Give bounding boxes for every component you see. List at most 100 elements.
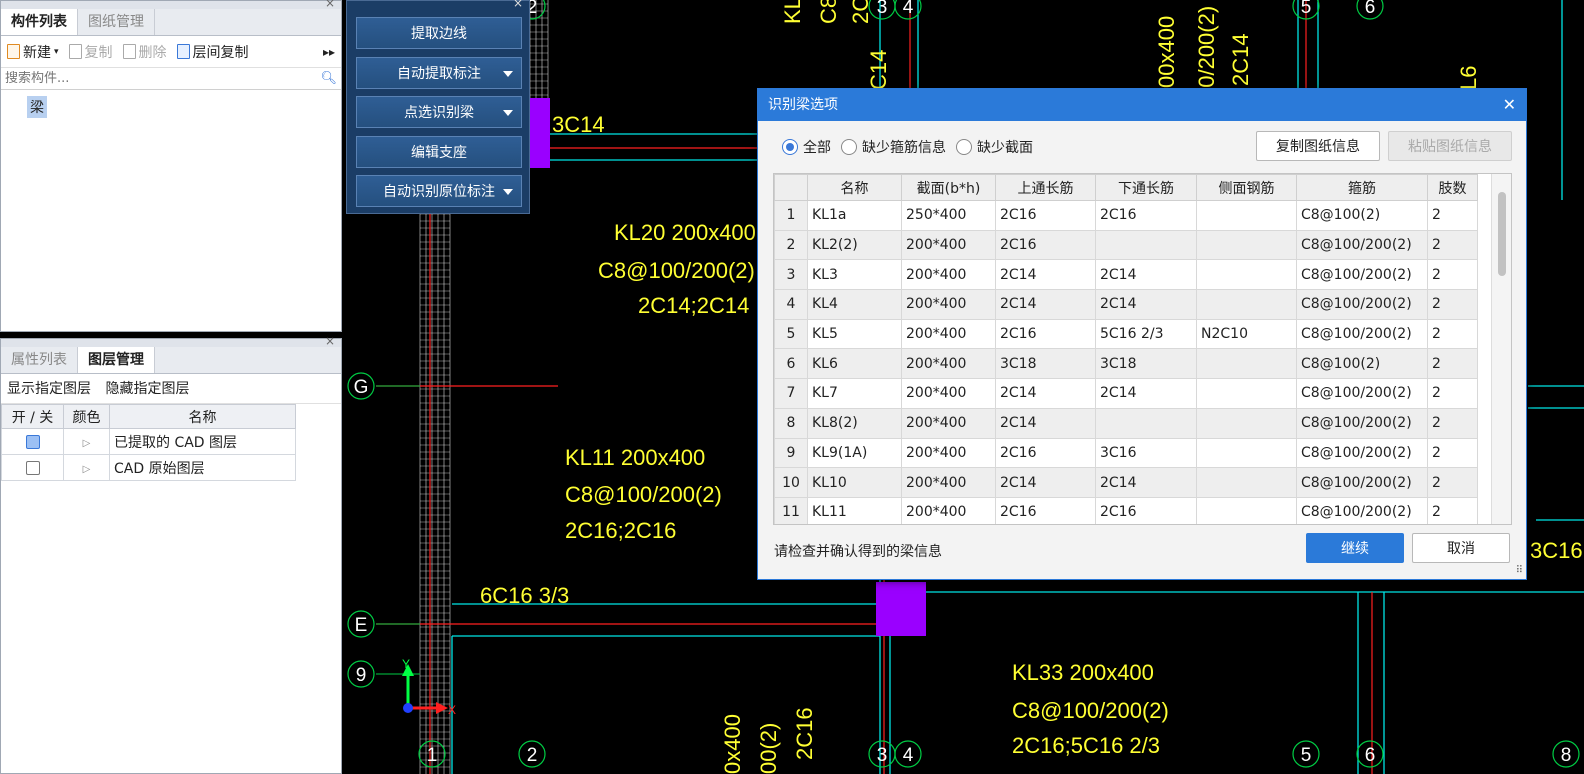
side-bar[interactable] (1196, 407, 1297, 439)
table-row[interactable]: 8 KL8(2) 200*400 2C14 C8@100/200(2) 2 (774, 407, 1478, 439)
bottom-bar[interactable]: 2C14 (1095, 467, 1197, 498)
tab-property-list[interactable]: 属性列表 (1, 347, 78, 373)
copy-drawing-info-button[interactable]: 复制图纸信息 (1256, 131, 1380, 161)
legs[interactable]: 2 (1427, 259, 1478, 291)
stirrup[interactable]: C8@100/200(2) (1296, 496, 1428, 524)
stirrup[interactable]: C8@100/200(2) (1296, 289, 1428, 320)
close-icon[interactable]: × (513, 0, 523, 10)
top-bar[interactable]: 2C16 (995, 437, 1096, 469)
table-row[interactable]: 5 KL5 200*400 2C16 5C16 2/3 N2C10 C8@100/200(2… (774, 318, 1478, 350)
section[interactable]: 200*400 (901, 229, 996, 261)
top-bar[interactable]: 2C14 (995, 289, 1096, 320)
side-bar[interactable] (1196, 467, 1297, 498)
close-icon[interactable]: ✕ (1503, 89, 1516, 121)
section[interactable]: 200*400 (901, 496, 996, 524)
table-row[interactable]: 3 KL3 200*400 2C14 2C14 C8@100/200(2) 2 (774, 259, 1478, 291)
table-row[interactable]: 1 KL1a 250*400 2C16 2C16 C8@100(2) 2 (774, 200, 1478, 231)
table-row[interactable]: 9 KL9(1A) 200*400 2C16 3C16 C8@100/200(2) 2 (774, 437, 1478, 469)
beam-name[interactable]: KL3 (807, 259, 902, 291)
top-bar[interactable]: 2C14 (995, 407, 1096, 439)
bottom-bar[interactable]: 2C14 (1095, 259, 1197, 291)
section[interactable]: 200*400 (901, 348, 996, 380)
beam-name[interactable]: KL8(2) (807, 407, 902, 439)
side-bar[interactable] (1196, 289, 1297, 320)
auto-identify-in-situ-button[interactable]: 自动识别原位标注 (356, 175, 522, 207)
pick-identify-beam-button[interactable]: 点选识别梁 (356, 96, 522, 128)
radio-missing-section[interactable]: 缺少截面 (956, 137, 1033, 157)
side-bar[interactable] (1196, 259, 1297, 291)
side-bar[interactable] (1196, 496, 1297, 524)
bottom-bar[interactable]: 2C14 (1095, 289, 1197, 320)
legs[interactable]: 2 (1427, 348, 1478, 380)
bottom-bar[interactable]: 2C16 (1095, 200, 1197, 231)
bottom-bar[interactable]: 2C16 (1095, 496, 1197, 524)
table-row[interactable]: 7 KL7 200*400 2C14 2C14 C8@100/200(2) 2 (774, 378, 1478, 409)
bottom-bar[interactable] (1095, 229, 1197, 261)
section[interactable]: 250*400 (901, 200, 996, 231)
top-bar[interactable]: 2C14 (995, 378, 1096, 409)
legs[interactable]: 2 (1427, 289, 1478, 320)
stirrup[interactable]: C8@100/200(2) (1296, 318, 1428, 350)
layer-toggle-checkbox[interactable] (25, 460, 40, 475)
resize-grip-icon[interactable]: ⠿ (1516, 565, 1523, 576)
floor-copy-button[interactable]: 层间复制 (176, 42, 249, 62)
expand-icon[interactable]: ▷ (83, 464, 91, 475)
top-bar[interactable]: 3C18 (995, 348, 1096, 380)
side-bar[interactable] (1196, 437, 1297, 469)
close-icon[interactable]: × (325, 0, 335, 10)
beam-name[interactable]: KL2(2) (807, 229, 902, 261)
beam-name[interactable]: KL10 (807, 467, 902, 498)
beam-name[interactable]: KL6 (807, 348, 902, 380)
paste-drawing-info-button[interactable]: 粘贴图纸信息 (1388, 131, 1512, 161)
side-bar[interactable] (1196, 229, 1297, 261)
section[interactable]: 200*400 (901, 259, 996, 291)
beam-name[interactable]: KL9(1A) (807, 437, 902, 469)
tree-item-beam[interactable]: 梁 (27, 96, 47, 118)
top-bar[interactable]: 2C16 (995, 318, 1096, 350)
section[interactable]: 200*400 (901, 289, 996, 320)
table-row[interactable]: 2 KL2(2) 200*400 2C16 C8@100/200(2) 2 (774, 229, 1478, 261)
search-input[interactable] (5, 71, 321, 86)
close-icon[interactable]: × (325, 334, 335, 348)
side-bar[interactable] (1196, 378, 1297, 409)
bottom-bar[interactable]: 3C18 (1095, 348, 1197, 380)
stirrup[interactable]: C8@100/200(2) (1296, 229, 1428, 261)
continue-button[interactable]: 继续 (1306, 533, 1404, 563)
legs[interactable]: 2 (1427, 318, 1478, 350)
new-button[interactable]: 新建 ▾ (7, 42, 59, 62)
beam-name[interactable]: KL4 (807, 289, 902, 320)
stirrup[interactable]: C8@100/200(2) (1296, 407, 1428, 439)
scroll-thumb[interactable] (1498, 192, 1506, 276)
auto-extract-label-button[interactable]: 自动提取标注 (356, 57, 522, 89)
top-bar[interactable]: 2C14 (995, 259, 1096, 291)
bottom-bar[interactable]: 5C16 2/3 (1095, 318, 1197, 350)
top-bar[interactable]: 2C16 (995, 496, 1096, 524)
tab-drawing-management[interactable]: 图纸管理 (78, 9, 155, 35)
side-bar[interactable]: N2C10 (1196, 318, 1297, 350)
bottom-bar[interactable]: 2C14 (1095, 378, 1197, 409)
stirrup[interactable]: C8@100(2) (1296, 348, 1428, 380)
stirrup[interactable]: C8@100/200(2) (1296, 437, 1428, 469)
stirrup[interactable]: C8@100/200(2) (1296, 467, 1428, 498)
beam-name[interactable]: KL7 (807, 378, 902, 409)
table-row[interactable]: ▷ CAD 原始图层 (1, 454, 296, 481)
legs[interactable]: 2 (1427, 437, 1478, 469)
tab-layer-management[interactable]: 图层管理 (78, 347, 155, 373)
radio-all[interactable]: 全部 (782, 137, 831, 157)
more-icon[interactable]: ▸▸ (323, 45, 335, 59)
radio-missing-stirrup[interactable]: 缺少箍筋信息 (841, 137, 946, 157)
table-row[interactable]: ▷ 已提取的 CAD 图层 (1, 428, 296, 455)
side-bar[interactable] (1196, 348, 1297, 380)
stirrup[interactable]: C8@100(2) (1296, 200, 1428, 231)
extract-edge-button[interactable]: 提取边线 (356, 17, 522, 49)
legs[interactable]: 2 (1427, 229, 1478, 261)
top-bar[interactable]: 2C16 (995, 229, 1096, 261)
section[interactable]: 200*400 (901, 378, 996, 409)
delete-button[interactable]: 删除 (122, 42, 167, 62)
layer-toggle-checkbox[interactable] (25, 434, 40, 449)
table-row[interactable]: 6 KL6 200*400 3C18 3C18 C8@100(2) 2 (774, 348, 1478, 380)
legs[interactable]: 2 (1427, 378, 1478, 409)
bottom-bar[interactable]: 3C16 (1095, 437, 1197, 469)
top-bar[interactable]: 2C16 (995, 200, 1096, 231)
side-bar[interactable] (1196, 200, 1297, 231)
